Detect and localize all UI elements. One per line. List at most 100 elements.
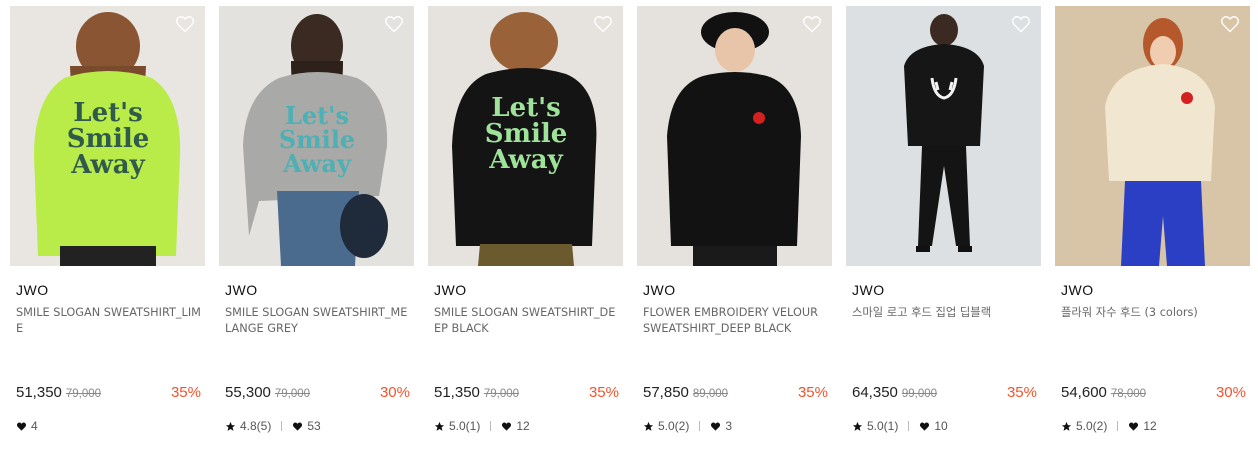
star-icon	[852, 421, 863, 431]
price: 55,300 79,000	[225, 384, 310, 401]
brand-name[interactable]: JWO	[643, 282, 676, 298]
rating-value: 5.0(2)	[658, 419, 690, 433]
like-count: 12	[516, 419, 530, 433]
svg-text:Away: Away	[488, 145, 563, 175]
like-count: 12	[1143, 419, 1157, 433]
product-card[interactable]: JWO 플라워 자수 후드 (3 colors) 54,600 78,000 30…	[1055, 6, 1250, 456]
likes: 12	[1128, 419, 1157, 433]
product-card[interactable]: Let's Smile Away JWO SMILE SLOGAN SWEATS…	[219, 6, 414, 456]
wishlist-heart-icon[interactable]	[384, 14, 404, 34]
product-image[interactable]	[1055, 6, 1250, 266]
original-price: 78,000	[1110, 388, 1147, 400]
original-price: 89,000	[692, 388, 729, 400]
discount-rate: 35%	[588, 384, 619, 401]
wishlist-heart-icon[interactable]	[1220, 14, 1240, 34]
like-count: 53	[307, 419, 321, 433]
rating: 5.0(2)	[1061, 419, 1107, 433]
sale-price: 57,850	[643, 384, 689, 401]
rating-value: 5.0(1)	[867, 419, 899, 433]
star-icon	[225, 421, 236, 431]
product-name[interactable]: 플라워 자수 후드 (3 colors)	[1061, 305, 1246, 321]
wishlist-heart-icon[interactable]	[593, 14, 613, 34]
brand-name[interactable]: JWO	[225, 282, 258, 298]
product-photo	[1055, 6, 1250, 266]
product-photo: Let's Smile Away	[219, 6, 414, 266]
svg-text:Away: Away	[282, 149, 352, 178]
rating-value: 4.8(5)	[240, 419, 272, 433]
sale-price: 64,350	[852, 384, 898, 401]
star-icon	[643, 421, 654, 431]
original-price: 99,000	[901, 388, 938, 400]
product-meta: 5.0(2) 12	[1061, 419, 1157, 433]
heart-icon	[920, 422, 930, 431]
product-name[interactable]: FLOWER EMBROIDERY VELOUR SWEATSHIRT_DEEP…	[643, 305, 828, 337]
product-grid: Let's Smile Away JWO SMILE SLOGAN SWEATS…	[10, 6, 1250, 456]
product-meta: 4.8(5) 53	[225, 419, 321, 433]
product-image[interactable]: Let's Smile Away	[428, 6, 623, 266]
product-image[interactable]: Let's Smile Away	[10, 6, 205, 266]
product-card[interactable]: Let's Smile Away JWO SMILE SLOGAN SWEATS…	[10, 6, 205, 456]
original-price: 79,000	[65, 388, 102, 400]
like-count: 10	[934, 419, 948, 433]
product-photo	[846, 6, 1041, 266]
product-name[interactable]: SMILE SLOGAN SWEATSHIRT_LIME	[16, 305, 201, 337]
rating-value: 5.0(1)	[449, 419, 481, 433]
product-image[interactable]	[637, 6, 832, 266]
product-name[interactable]: SMILE SLOGAN SWEATSHIRT_MELANGE GREY	[225, 305, 410, 337]
product-card[interactable]: Let's Smile Away JWO SMILE SLOGAN SWEATS…	[428, 6, 623, 456]
heart-icon	[711, 422, 721, 431]
divider	[1117, 421, 1119, 431]
price: 51,350 79,000	[434, 384, 519, 401]
product-photo	[637, 6, 832, 266]
wishlist-heart-icon[interactable]	[802, 14, 822, 34]
wishlist-heart-icon[interactable]	[175, 14, 195, 34]
divider	[281, 421, 283, 431]
likes: 12	[501, 419, 530, 433]
sale-price: 54,600	[1061, 384, 1107, 401]
brand-name[interactable]: JWO	[852, 282, 885, 298]
rating-value: 5.0(2)	[1076, 419, 1108, 433]
likes: 53	[292, 419, 321, 433]
product-photo: Let's Smile Away	[428, 6, 623, 266]
brand-name[interactable]: JWO	[1061, 282, 1094, 298]
product-photo: Let's Smile Away	[10, 6, 205, 266]
likes: 10	[919, 419, 948, 433]
divider	[908, 421, 910, 431]
divider	[699, 421, 701, 431]
brand-name[interactable]: JWO	[16, 282, 49, 298]
product-image[interactable]: Let's Smile Away	[219, 6, 414, 266]
star-icon	[434, 421, 445, 431]
svg-text:Away: Away	[70, 150, 145, 180]
product-card[interactable]: JWO 스마일 로고 후드 집업 딥블랙 64,350 99,000 35% 5.…	[846, 6, 1041, 456]
heart-icon	[1129, 422, 1139, 431]
wishlist-heart-icon[interactable]	[1011, 14, 1031, 34]
discount-rate: 30%	[1215, 384, 1246, 401]
divider	[490, 421, 492, 431]
like-count: 4	[31, 419, 38, 433]
product-image[interactable]	[846, 6, 1041, 266]
sale-price: 51,350	[434, 384, 480, 401]
price: 57,850 89,000	[643, 384, 728, 401]
heart-icon	[16, 422, 27, 431]
rating: 4.8(5)	[225, 419, 271, 433]
discount-rate: 35%	[1006, 384, 1037, 401]
price: 64,350 99,000	[852, 384, 937, 401]
likes: 4	[16, 419, 38, 433]
price: 54,600 78,000	[1061, 384, 1146, 401]
product-meta: 4	[16, 419, 38, 433]
heart-icon	[502, 422, 512, 431]
rating: 5.0(1)	[434, 419, 480, 433]
product-card[interactable]: JWO FLOWER EMBROIDERY VELOUR SWEATSHIRT_…	[637, 6, 832, 456]
sale-price: 51,350	[16, 384, 62, 401]
rating: 5.0(2)	[643, 419, 689, 433]
product-meta: 5.0(1) 12	[434, 419, 530, 433]
product-name[interactable]: SMILE SLOGAN SWEATSHIRT_DEEP BLACK	[434, 305, 619, 337]
likes: 3	[710, 419, 732, 433]
product-meta: 5.0(2) 3	[643, 419, 732, 433]
heart-icon	[293, 422, 303, 431]
discount-rate: 35%	[170, 384, 201, 401]
product-name[interactable]: 스마일 로고 후드 집업 딥블랙	[852, 305, 1037, 321]
discount-rate: 35%	[797, 384, 828, 401]
brand-name[interactable]: JWO	[434, 282, 467, 298]
product-meta: 5.0(1) 10	[852, 419, 948, 433]
